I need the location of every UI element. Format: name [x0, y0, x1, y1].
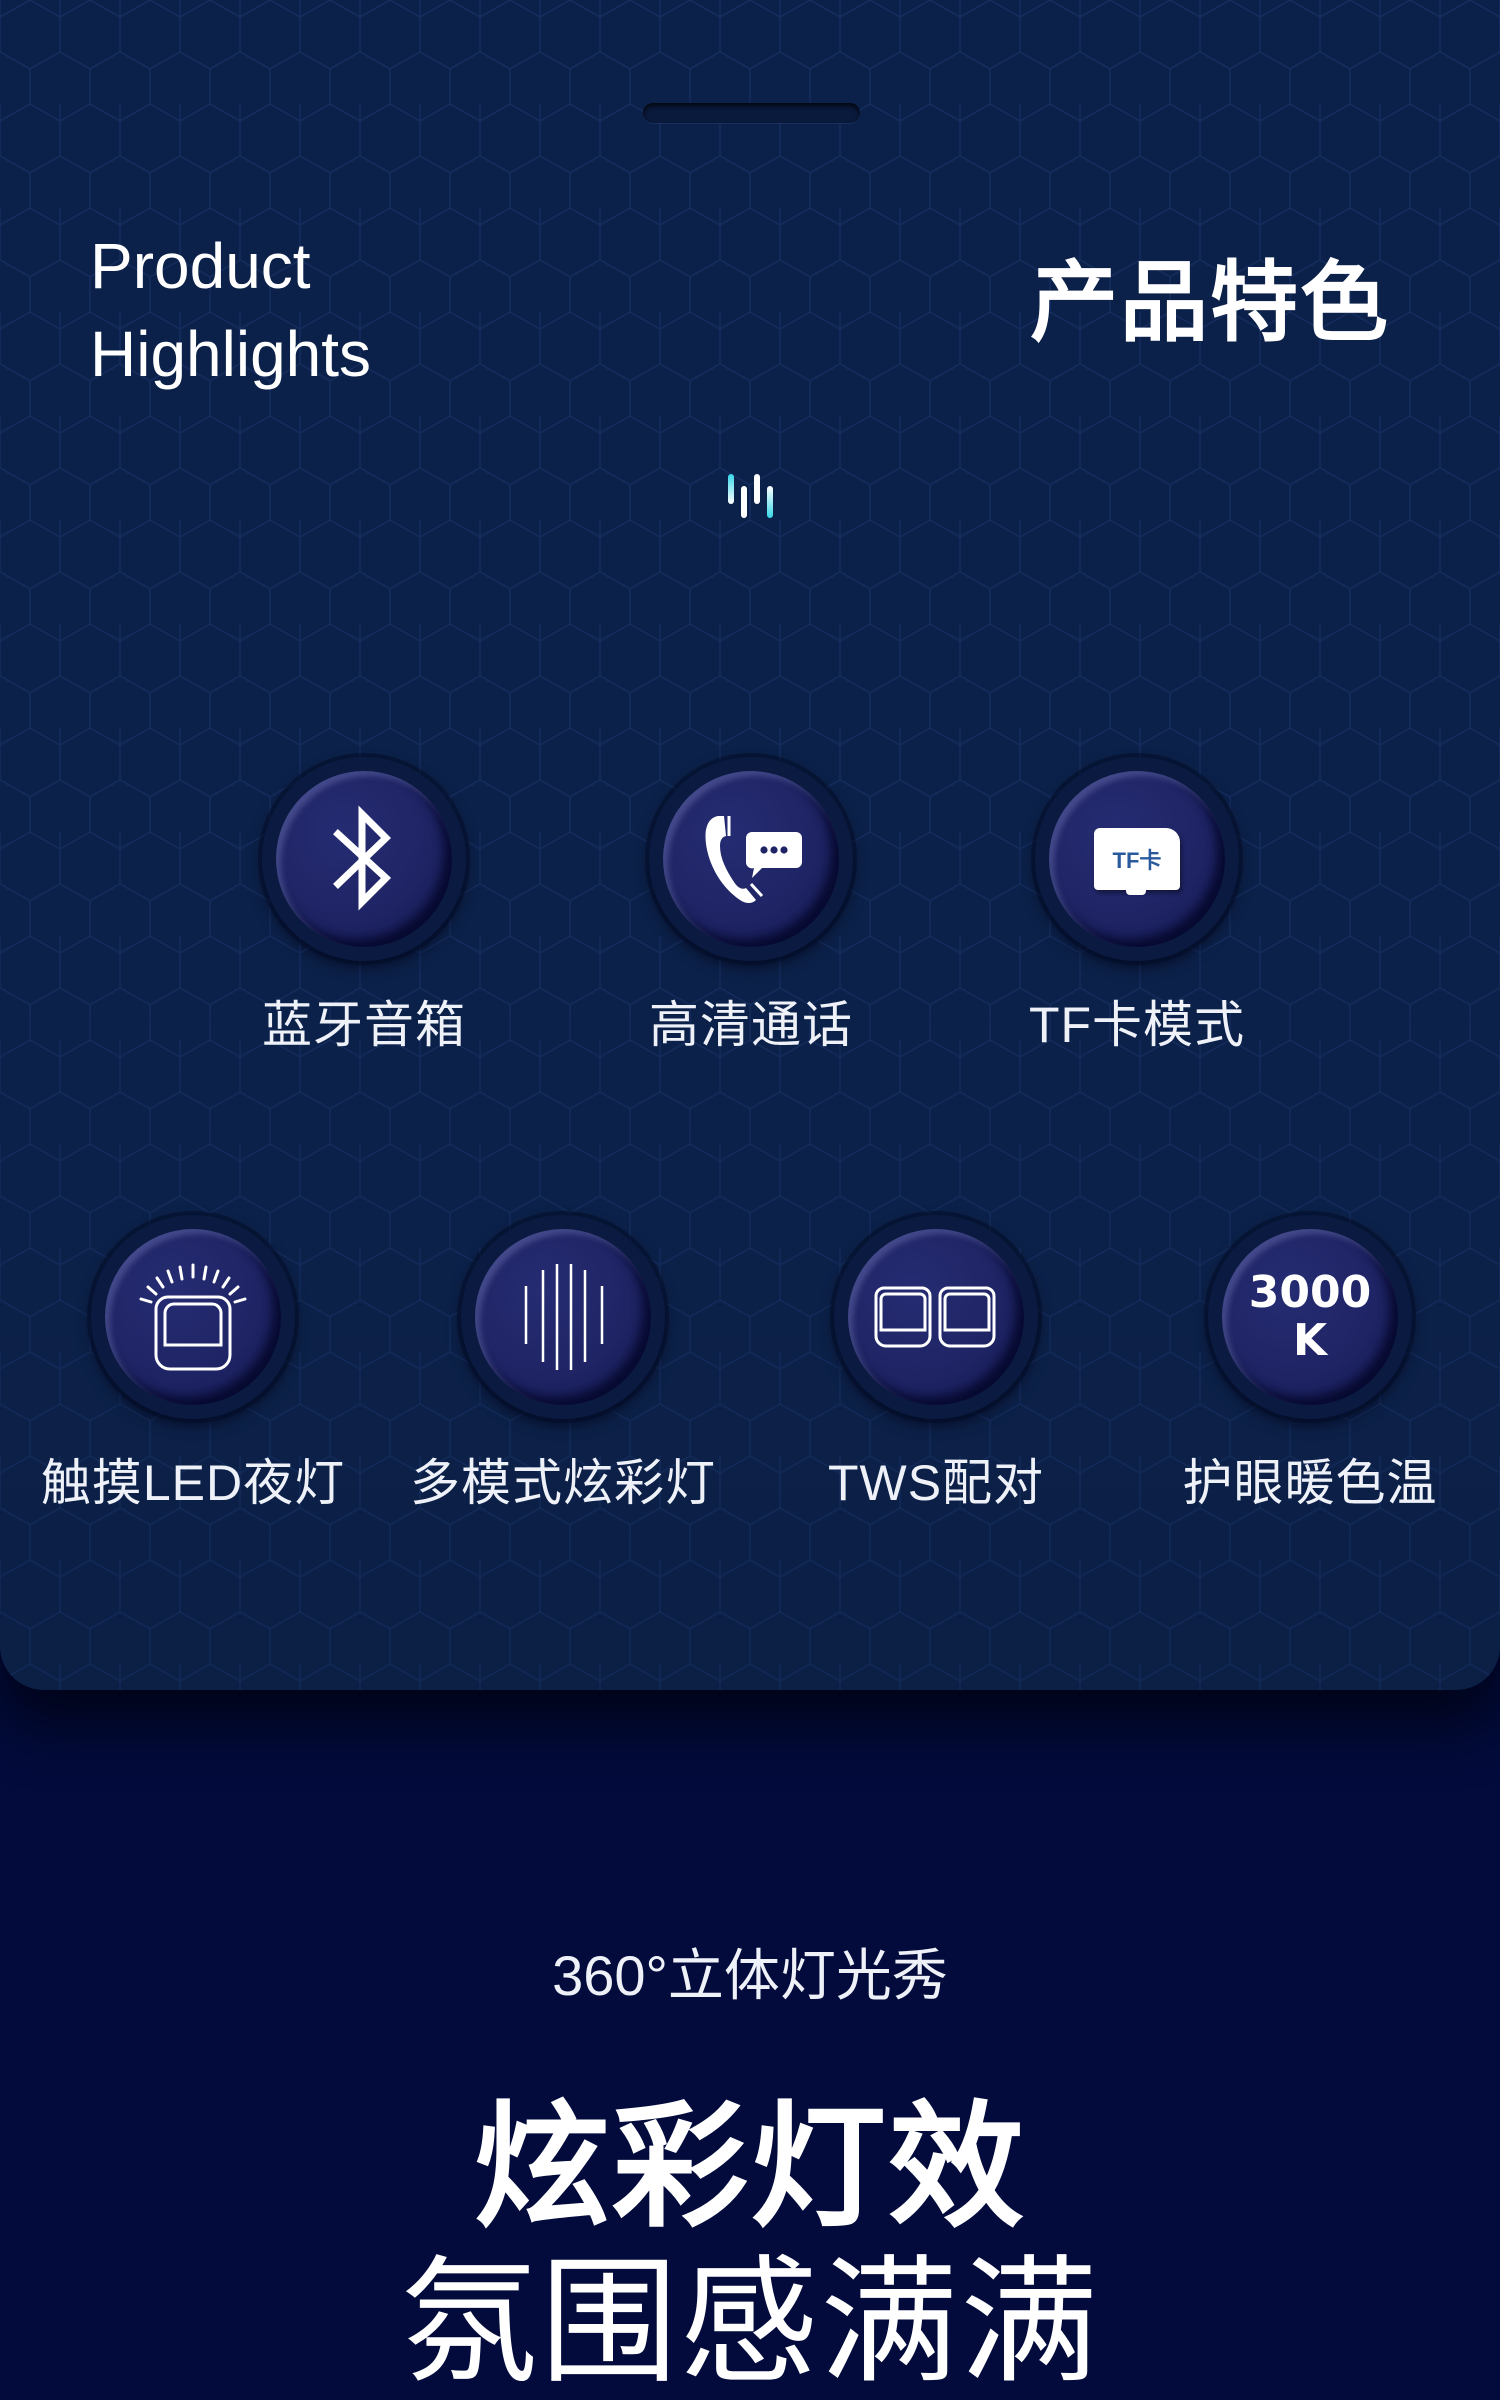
title-english-line2: Highlights [90, 318, 372, 390]
feature-label: 多模式炫彩灯 [410, 1455, 716, 1511]
tws-pair-icon [874, 1286, 996, 1348]
feature-button [262, 757, 466, 961]
tf-card-icon-text: TF卡 [1112, 848, 1162, 873]
product-highlights-card: Product Highlights 产品特色 蓝牙音箱 高清通话 TF卡 TF… [0, 0, 1500, 1690]
speaker-slot-decoration [643, 103, 860, 123]
color-temperature-value: 3000 [1248, 1267, 1372, 1318]
title-chinese: 产品特色 [1030, 253, 1391, 352]
feature-label: 护眼暖色温 [1182, 1455, 1438, 1511]
sound-wave-icon [728, 474, 773, 518]
feature-label: 触摸LED夜灯 [40, 1455, 346, 1511]
feature-label: TWS配对 [827, 1455, 1045, 1511]
color-temperature-icon: 3000 K [1249, 1269, 1371, 1365]
bluetooth-icon [333, 805, 392, 911]
title-english-line1: Product [90, 230, 311, 302]
phone-call-message-icon [705, 816, 802, 903]
lighting-headline: 炫彩灯效 [474, 2091, 1026, 2243]
feature-button: TF卡 [1035, 757, 1239, 961]
feature-label: 蓝牙音箱 [262, 997, 466, 1053]
color-temperature-unit: K [1292, 1315, 1328, 1366]
feature-label: TF卡模式 [1028, 997, 1246, 1053]
feature-warm-color-temperature: 3000 K 护眼暖色温 [1150, 1215, 1470, 1511]
feature-tws-pairing: TWS配对 [776, 1215, 1096, 1511]
feature-button [91, 1215, 295, 1419]
lighting-subtitle: 360°立体灯光秀 [552, 1944, 948, 2007]
feature-multi-mode-lights: 多模式炫彩灯 [403, 1215, 723, 1511]
tf-card-icon: TF卡 [1094, 828, 1180, 895]
feature-tf-card: TF卡 TF卡模式 [977, 757, 1297, 1053]
light-bars-icon [524, 1264, 604, 1370]
feature-button [834, 1215, 1038, 1419]
feature-hd-call: 高清通话 [591, 757, 911, 1053]
feature-touch-led-night-light: 触摸LED夜灯 [33, 1215, 353, 1511]
night-light-icon [139, 1263, 247, 1371]
feature-bluetooth-speaker: 蓝牙音箱 [204, 757, 524, 1053]
title-english: Product Highlights [90, 222, 590, 398]
feature-button [461, 1215, 665, 1419]
feature-button [649, 757, 853, 961]
lighting-headline-secondary: 氛围感满满 [399, 2246, 1100, 2400]
feature-button: 3000 K [1208, 1215, 1412, 1419]
feature-label: 高清通话 [649, 997, 853, 1053]
